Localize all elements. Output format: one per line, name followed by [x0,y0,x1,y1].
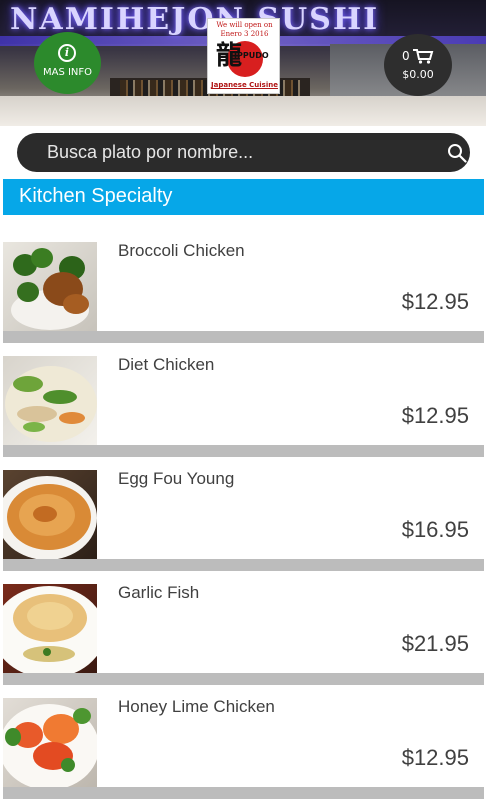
menu-item[interactable]: Egg Fou Young $16.95 [3,457,484,571]
search-bar[interactable] [17,133,470,172]
header-banner-image: NAMIHEJON SUSHI i MAS INFO We will open … [0,0,486,126]
bar-counter [0,96,486,126]
logo-announcement-line2: Enero 3 2016 [220,30,269,38]
cart-icon [412,48,434,64]
item-name: Egg Fou Young [118,469,235,488]
search-icon[interactable] [447,143,467,163]
dish-image [3,698,97,787]
item-price: $16.95 [401,517,469,542]
logo-subtitle: Japanese Cuisine [211,81,278,89]
item-price: $12.95 [401,289,469,314]
more-info-button[interactable]: i MAS INFO [34,32,101,94]
dish-image [3,470,97,559]
item-name: Honey Lime Chicken [118,697,275,716]
menu-item[interactable]: Honey Lime Chicken $12.95 [3,685,484,799]
menu-item[interactable]: Diet Chicken $12.95 [3,343,484,457]
item-divider [3,673,484,685]
item-divider [3,787,484,799]
dish-image [3,584,97,673]
item-name: Garlic Fish [118,583,200,602]
restaurant-logo: We will open on Enero 3 2016 龍 IPPUDO Ja… [207,18,280,94]
cart-count: 0 [402,49,410,63]
logo-brand-name: IPPUDO [234,51,269,60]
item-divider [3,331,484,343]
dish-image [3,242,97,331]
item-divider [3,559,484,571]
item-divider [3,445,484,457]
cart-button[interactable]: 0 $0.00 [384,34,452,96]
logo-announcement-line1: We will open on [216,21,273,29]
category-header[interactable]: Kitchen Specialty [3,179,484,215]
dish-image [3,356,97,445]
app-root: NAMIHEJON SUSHI i MAS INFO We will open … [0,0,486,810]
item-price: $12.95 [401,745,469,770]
menu-list: Broccoli Chicken $12.95 Diet Chicken $12… [3,229,484,799]
item-name: Broccoli Chicken [118,241,245,260]
menu-item[interactable]: Broccoli Chicken $12.95 [3,229,484,343]
menu-item[interactable]: Garlic Fish $21.95 [3,571,484,685]
more-info-label: MAS INFO [42,67,93,78]
cart-total: $0.00 [402,68,434,81]
cart-row: 0 [402,48,434,64]
info-icon: i [58,44,76,62]
category-title: Kitchen Specialty [19,185,173,207]
search-input[interactable] [47,133,417,172]
item-price: $12.95 [401,403,469,428]
logo-announcement: We will open on Enero 3 2016 [210,21,279,39]
item-name: Diet Chicken [118,355,215,374]
item-price: $21.95 [401,631,469,656]
